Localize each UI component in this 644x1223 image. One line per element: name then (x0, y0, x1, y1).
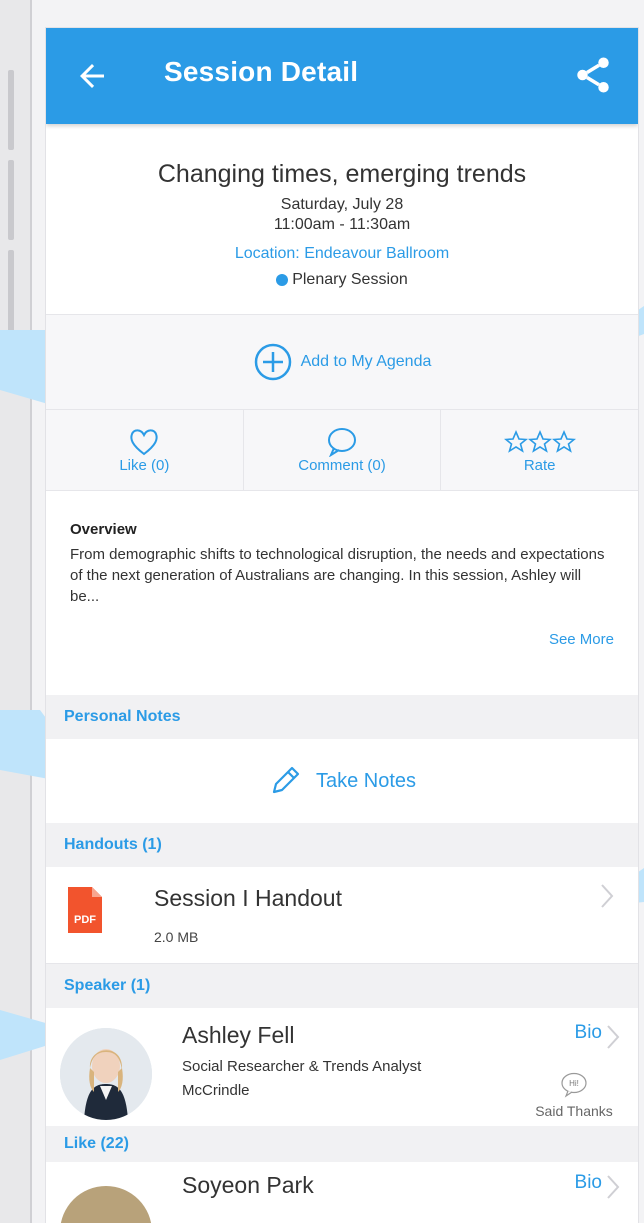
thanks-bubble-icon: Hi! (561, 1072, 587, 1098)
frame-tick (8, 160, 14, 240)
star-rating-icon (503, 429, 576, 453)
session-header: Changing times, emerging trends Saturday… (46, 124, 638, 314)
speaker-name: Ashley Fell (182, 1022, 295, 1048)
session-location-link[interactable]: Location: Endeavour Ballroom (46, 245, 638, 263)
comment-button[interactable]: Comment (0) (242, 410, 441, 490)
handout-size: 2.0 MB (154, 929, 199, 945)
chevron-right-icon (606, 1024, 620, 1050)
speakers-header: Speaker (1) (46, 964, 638, 1008)
back-arrow-icon[interactable] (74, 58, 110, 94)
pdf-file-icon: PDF (68, 887, 102, 933)
speaker-role: Social Researcher & Trends Analyst (182, 1058, 422, 1075)
handout-row[interactable]: PDF Session I Handout 2.0 MB (46, 867, 638, 964)
session-track: Plenary Session (46, 271, 638, 289)
chevron-right-icon (606, 1174, 620, 1200)
session-actions: Like (0) Comment (0) Rate (46, 410, 638, 491)
say-thanks-button[interactable]: Hi! Said Thanks (528, 1072, 620, 1119)
page-title: Session Detail (164, 56, 359, 87)
session-date: Saturday, July 28 (280, 196, 404, 213)
pencil-icon (272, 766, 300, 794)
frame-tick (8, 250, 14, 340)
session-time: 11:00am - 11:30am (273, 216, 411, 233)
speaker-avatar (60, 1028, 152, 1120)
speaker-org: McCrindle (182, 1082, 250, 1099)
take-notes-label: Take Notes (315, 769, 417, 792)
rate-label: Rate (523, 456, 556, 474)
comment-bubble-icon (328, 427, 356, 457)
pdf-type-label: PDF (74, 914, 96, 926)
thanks-bubble-text: Hi! (569, 1079, 579, 1088)
like-label: Like (0) (119, 456, 170, 474)
track-dot-icon (276, 274, 289, 286)
likes-header: Like (22) (46, 1126, 638, 1162)
chevron-right-icon (600, 883, 614, 909)
session-track-label: Plenary Session (292, 271, 408, 288)
frame-tick (8, 70, 14, 150)
share-icon[interactable] (572, 54, 614, 96)
add-to-agenda-button[interactable]: Add to My Agenda (46, 314, 638, 410)
said-thanks-label: Said Thanks (535, 1103, 613, 1119)
take-notes-button[interactable]: Take Notes (46, 739, 638, 823)
liker-avatar (60, 1186, 152, 1223)
rate-button[interactable]: Rate (440, 410, 638, 490)
app-screen: Session Detail Changing times, emerging … (46, 28, 638, 1223)
add-to-agenda-label: Add to My Agenda (300, 353, 432, 370)
speaker-bio-link[interactable]: Bio (575, 1022, 602, 1044)
liker-row[interactable]: Soyeon Park Bio (46, 1162, 638, 1223)
liker-name: Soyeon Park (182, 1172, 314, 1198)
see-more-link[interactable]: See More (70, 631, 614, 648)
speaker-row[interactable]: Ashley Fell Social Researcher & Trends A… (46, 1008, 638, 1126)
personal-notes-header: Personal Notes (46, 695, 638, 739)
heart-icon (130, 428, 158, 455)
app-bar: Session Detail (46, 28, 638, 124)
like-button[interactable]: Like (0) (46, 410, 243, 490)
comment-label: Comment (0) (298, 456, 386, 474)
session-title: Changing times, emerging trends (157, 160, 527, 188)
handout-name: Session I Handout (154, 885, 342, 911)
overview-section: Overview From demographic shifts to tech… (46, 491, 638, 695)
overview-text: From demographic shifts to technological… (70, 546, 605, 605)
liker-bio-link[interactable]: Bio (575, 1172, 602, 1194)
handouts-header: Handouts (1) (46, 823, 638, 867)
overview-heading: Overview (70, 521, 137, 538)
add-circle-icon (254, 343, 291, 381)
